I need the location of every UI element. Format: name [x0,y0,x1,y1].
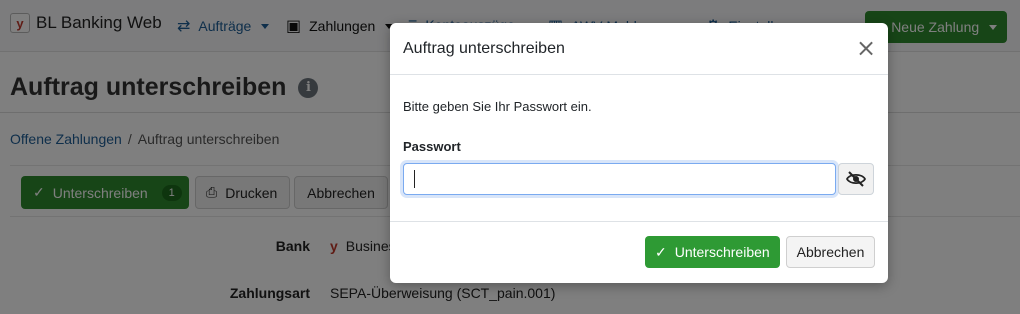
dialog-header: Auftrag unterschreiben × [390,23,888,75]
toggle-password-visibility-button[interactable] [838,163,874,195]
dialog-cancel-button[interactable]: Abbrechen [786,236,875,268]
close-icon[interactable]: × [854,36,878,60]
sign-dialog: Auftrag unterschreiben × Bitte geben Sie… [390,23,888,283]
dialog-body: Bitte geben Sie Ihr Passwort ein. Passwo… [390,75,888,222]
password-prompt: Bitte geben Sie Ihr Passwort ein. [403,99,592,114]
dialog-footer: ✓ Unterschreiben Abbrechen [390,222,888,282]
check-icon: ✓ [655,243,667,260]
dialog-title: Auftrag unterschreiben [403,40,565,57]
dialog-sign-label: Unterschreiben [674,244,770,260]
eye-slash-icon [846,171,866,187]
password-label: Passwort [403,139,461,154]
password-field[interactable] [403,163,836,195]
dialog-sign-button[interactable]: ✓ Unterschreiben [645,236,780,268]
text-cursor [414,170,415,188]
